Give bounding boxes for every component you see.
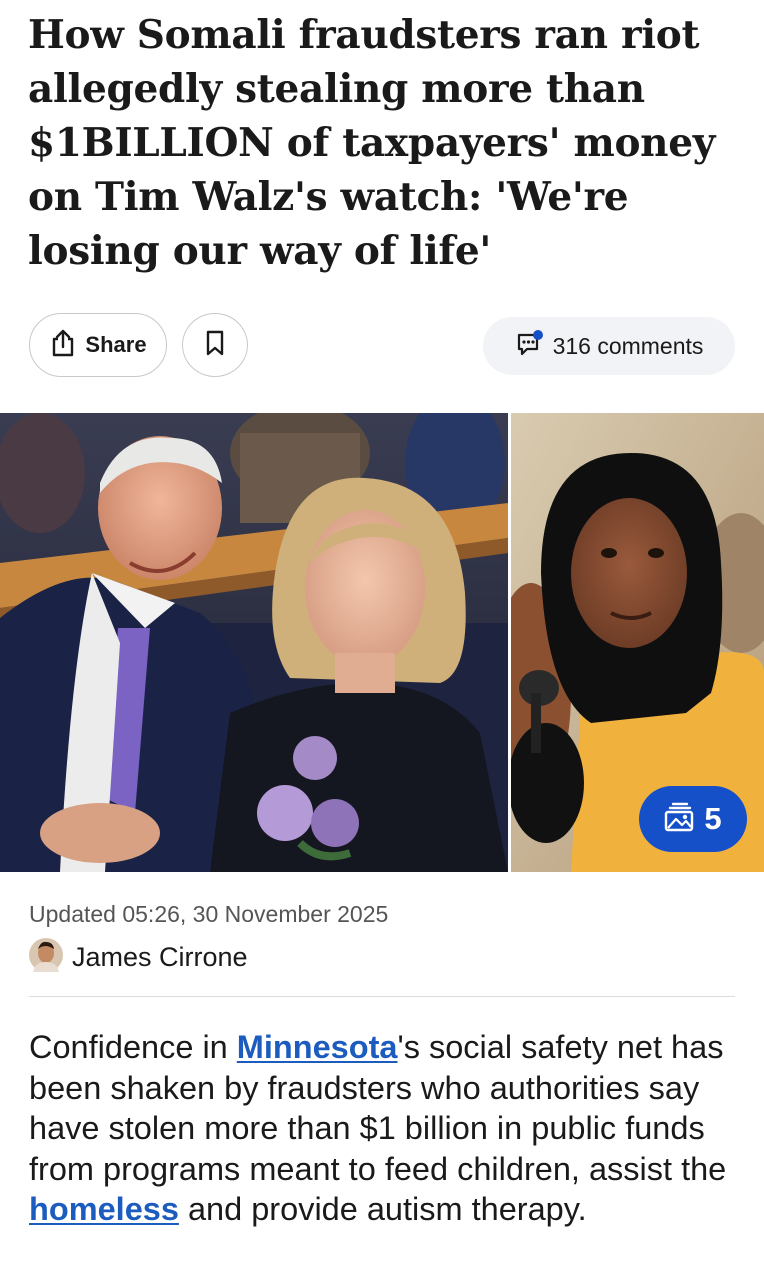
- bookmark-icon: [205, 330, 225, 361]
- article-headline: How Somali fraudsters ran riot allegedly…: [28, 12, 716, 274]
- body-text-segment: Confidence in: [29, 1029, 237, 1065]
- comment-bubble-icon: [515, 329, 545, 364]
- author-name[interactable]: James Cirrone: [72, 942, 248, 973]
- comments-label: 316 comments: [552, 332, 704, 359]
- bookmark-button[interactable]: [182, 313, 248, 377]
- updated-timestamp: Updated 05:26, 30 November 2025: [29, 901, 389, 927]
- comments-button[interactable]: 316 comments: [483, 317, 735, 375]
- share-icon: [49, 328, 77, 363]
- share-label: Share: [85, 332, 147, 357]
- author-avatar[interactable]: [29, 937, 63, 977]
- gallery-button[interactable]: 5: [639, 786, 747, 852]
- link-minnesota[interactable]: Minnesota: [237, 1029, 398, 1065]
- link-homeless[interactable]: homeless: [29, 1191, 179, 1227]
- byline-divider: [29, 996, 735, 997]
- article-photo-left[interactable]: [0, 413, 508, 872]
- gallery-icon: [664, 802, 696, 837]
- share-button[interactable]: Share: [29, 313, 167, 377]
- gallery-count: 5: [704, 801, 722, 836]
- article-body-paragraph: Confidence in Minnesota's social safety …: [29, 1027, 743, 1230]
- body-text-segment: and provide autism therapy.: [178, 1191, 587, 1227]
- author-byline[interactable]: James Cirrone: [29, 937, 248, 977]
